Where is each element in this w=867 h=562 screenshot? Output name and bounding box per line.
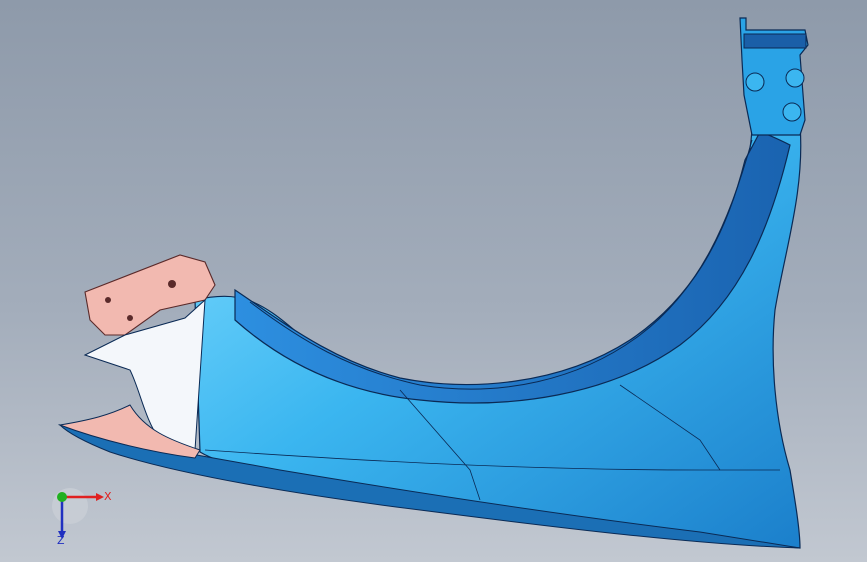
bolt-hole — [782, 102, 802, 122]
bolt-hole — [745, 72, 765, 92]
bracket-hole — [105, 297, 111, 303]
cad-viewport[interactable]: X Z — [0, 0, 867, 562]
x-arrow-head — [96, 493, 104, 501]
bolt-hole — [785, 68, 805, 88]
axis-triad: X Z — [52, 488, 112, 546]
x-axis-label: X — [104, 490, 112, 503]
bracket-hole — [127, 315, 133, 321]
y-axis-dot — [57, 492, 67, 502]
mount-bracket-bar — [743, 33, 807, 49]
bracket-hole — [168, 280, 176, 288]
fender-3d-model[interactable] — [0, 0, 867, 562]
triad-hub — [52, 488, 88, 524]
z-axis-label: Z — [57, 534, 65, 546]
